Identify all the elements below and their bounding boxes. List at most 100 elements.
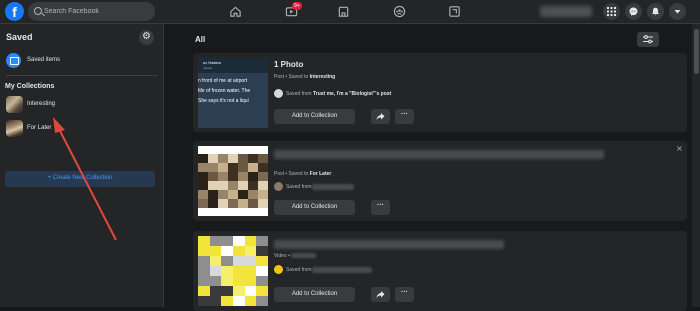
pixel-block xyxy=(238,190,248,199)
groups-icon[interactable] xyxy=(393,5,406,18)
grid-icon xyxy=(607,7,616,16)
source-link[interactable]: Trust me, I'm a "Biologist"'s post xyxy=(313,91,391,97)
source-link[interactable] xyxy=(312,267,372,273)
share-button[interactable] xyxy=(371,287,390,302)
sidebar-item-interesting[interactable]: Interesting xyxy=(6,96,156,114)
top-navigation-bar: f 9+ xyxy=(0,0,700,24)
pixel-block xyxy=(198,276,210,286)
pixel-block xyxy=(244,246,257,256)
chevron-down-icon xyxy=(674,10,681,14)
profile-shortcut[interactable] xyxy=(540,6,592,17)
sidebar-item-for-later[interactable]: For Later xyxy=(6,120,156,138)
pixel-block xyxy=(208,190,218,199)
pixel-block xyxy=(221,296,234,306)
avatar xyxy=(274,89,283,98)
pixel-block xyxy=(256,236,268,246)
pixel-block xyxy=(244,256,257,266)
avatar xyxy=(274,265,283,274)
create-new-collection-label: + Create New Collection xyxy=(47,175,113,181)
pixel-block xyxy=(209,246,222,256)
collection-link[interactable]: For Later xyxy=(310,171,332,177)
pixel-block xyxy=(256,256,268,266)
search-icon xyxy=(34,7,42,15)
page-title: Saved xyxy=(6,32,33,42)
gear-icon[interactable] xyxy=(139,30,154,45)
pixel-block xyxy=(258,172,268,181)
pixel-block xyxy=(209,236,222,246)
saved-item-meta: Post • Saved to Interesting xyxy=(274,74,336,80)
post-thumbnail[interactable] xyxy=(198,146,268,216)
pixel-block xyxy=(228,199,238,208)
share-icon xyxy=(376,113,385,120)
messenger-icon xyxy=(629,7,638,16)
pixel-block xyxy=(258,181,268,190)
pixel-block xyxy=(256,266,268,276)
facebook-logo-icon[interactable]: f xyxy=(5,2,24,21)
home-icon[interactable] xyxy=(229,5,242,18)
search-box[interactable] xyxy=(28,2,155,21)
pixel-block xyxy=(198,190,208,199)
pixel-block xyxy=(248,181,258,190)
pixel-block xyxy=(218,181,228,190)
saved-from: Saved from xyxy=(274,182,574,192)
pixel-block xyxy=(198,256,210,266)
pixel-block xyxy=(198,181,208,190)
notifications-button[interactable] xyxy=(647,3,664,20)
menu-button[interactable] xyxy=(603,3,620,20)
pixel-block xyxy=(248,190,258,199)
add-to-collection-button[interactable]: Add to Collection xyxy=(274,287,355,302)
pixel-block xyxy=(233,256,245,266)
scrollbar[interactable] xyxy=(692,24,700,307)
pixel-block xyxy=(198,286,210,296)
pixel-block xyxy=(238,154,248,163)
more-options-button[interactable]: ··· xyxy=(395,287,414,302)
avatar xyxy=(274,182,283,191)
saved-item-title[interactable]: 1 Photo xyxy=(274,60,303,69)
post-thumbnail[interactable]: uc Haston mputer n front of me at airpor… xyxy=(198,58,268,128)
pixel-block xyxy=(228,172,238,181)
close-icon[interactable]: × xyxy=(676,144,683,153)
pixel-block xyxy=(221,276,234,286)
pixel-block xyxy=(228,181,238,190)
saved-item-card: uc Haston mputer n front of me at airpor… xyxy=(193,53,687,132)
pixel-block xyxy=(233,266,245,276)
saved-item-title[interactable] xyxy=(274,150,604,159)
source-link[interactable] xyxy=(312,184,354,190)
search-input[interactable] xyxy=(44,4,149,19)
pixel-block xyxy=(228,163,238,172)
pixel-block xyxy=(228,190,238,199)
share-button[interactable] xyxy=(371,109,390,124)
divider xyxy=(6,75,158,76)
messenger-button[interactable] xyxy=(625,3,642,20)
gaming-icon[interactable] xyxy=(448,5,461,18)
pixel-block xyxy=(233,286,245,296)
saved-from-text: Saved from xyxy=(286,267,312,273)
add-to-collection-button[interactable]: Add to Collection xyxy=(274,200,355,215)
pixel-block xyxy=(221,256,234,266)
sidebar-item-saved-items[interactable]: Saved items xyxy=(6,53,156,69)
pixel-block xyxy=(198,154,208,163)
pixel-block xyxy=(258,190,268,199)
more-options-button[interactable]: ··· xyxy=(395,109,414,124)
marketplace-icon[interactable] xyxy=(337,5,350,18)
pixel-block xyxy=(238,199,248,208)
pixel-block xyxy=(238,172,248,181)
sidebar-item-label: Interesting xyxy=(27,101,56,107)
pixel-block xyxy=(248,154,258,163)
saved-item-title[interactable] xyxy=(274,240,504,249)
more-options-button[interactable]: ··· xyxy=(371,200,390,215)
pixel-block xyxy=(209,266,222,276)
filter-button[interactable] xyxy=(637,32,659,47)
pixel-block xyxy=(208,163,218,172)
account-button[interactable] xyxy=(669,3,686,20)
saved-item-meta: Video • xyxy=(274,252,317,259)
create-new-collection-button[interactable]: + Create New Collection xyxy=(5,171,155,187)
collection-link[interactable]: Interesting xyxy=(310,74,336,80)
video-thumbnail[interactable] xyxy=(198,236,268,306)
pixel-block xyxy=(256,246,268,256)
pixel-block xyxy=(218,190,228,199)
saved-item-card: Video • Saved from Add to Collection ··· xyxy=(193,231,687,311)
pixel-block xyxy=(221,246,234,256)
scrollbar-thumb[interactable] xyxy=(694,29,699,74)
add-to-collection-button[interactable]: Add to Collection xyxy=(274,109,355,124)
